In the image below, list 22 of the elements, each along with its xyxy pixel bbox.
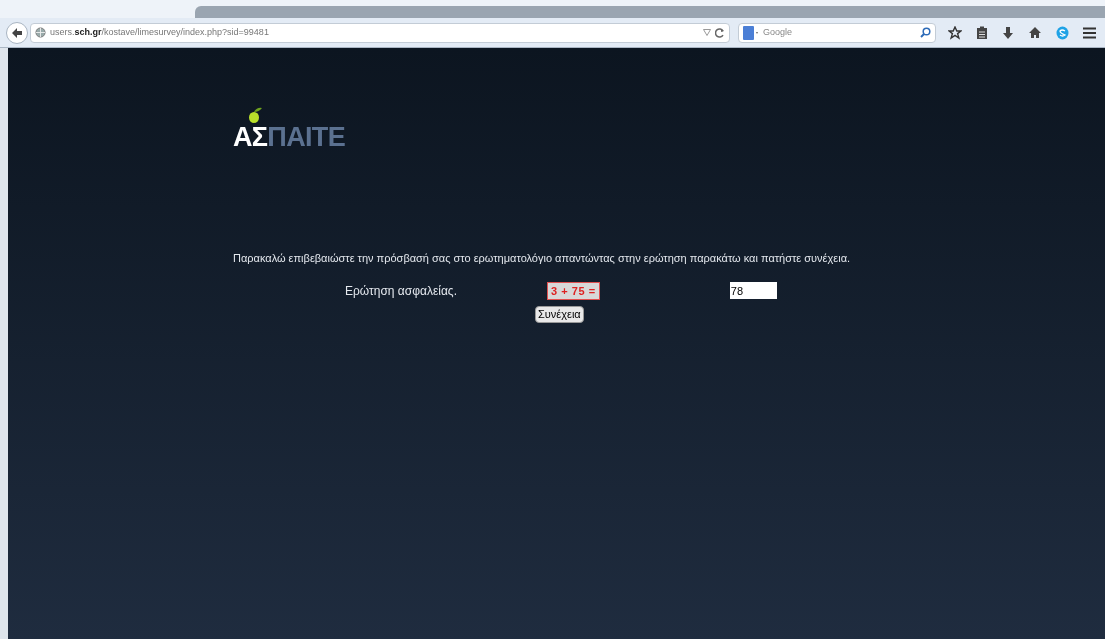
dropdown-icon[interactable] (703, 29, 711, 36)
back-button[interactable] (6, 21, 28, 44)
back-icon (11, 26, 23, 39)
download-icon[interactable] (1002, 25, 1014, 40)
continue-button[interactable]: Συνέχεια (535, 305, 584, 323)
globe-icon (35, 27, 46, 38)
menu-icon[interactable] (1083, 26, 1096, 39)
reload-icon[interactable] (715, 27, 725, 38)
url-text: users.sch.gr/kostave/limesurvey/index.php?sid=99481 (50, 25, 269, 39)
logo-text: ΑΣΠΑΙΤΕ (233, 124, 345, 151)
search-icon[interactable] (920, 27, 931, 38)
question-label: Ερώτηση ασφαλείας. (345, 282, 458, 300)
answer-field[interactable]: 78 (729, 282, 777, 299)
search-bar[interactable]: Google (738, 22, 936, 43)
instructions-text: Παρακαλώ επιβεβαιώστε την πρόσβασή σας στο ερωτηματολόγιο απαντώντας στην ερώτηση παρακάτω και πατήστε συνέχεια. (233, 251, 852, 266)
home-icon[interactable] (1028, 26, 1042, 39)
search-input[interactable]: Google (763, 25, 916, 40)
captcha-text: 3 + 75 = (547, 281, 600, 300)
star-icon[interactable] (948, 25, 962, 40)
address-bar[interactable]: users.sch.gr/kostave/limesurvey/index.php?sid=99481 (30, 22, 730, 43)
clipboard-icon[interactable] (976, 25, 988, 40)
olive-icon (247, 106, 263, 124)
